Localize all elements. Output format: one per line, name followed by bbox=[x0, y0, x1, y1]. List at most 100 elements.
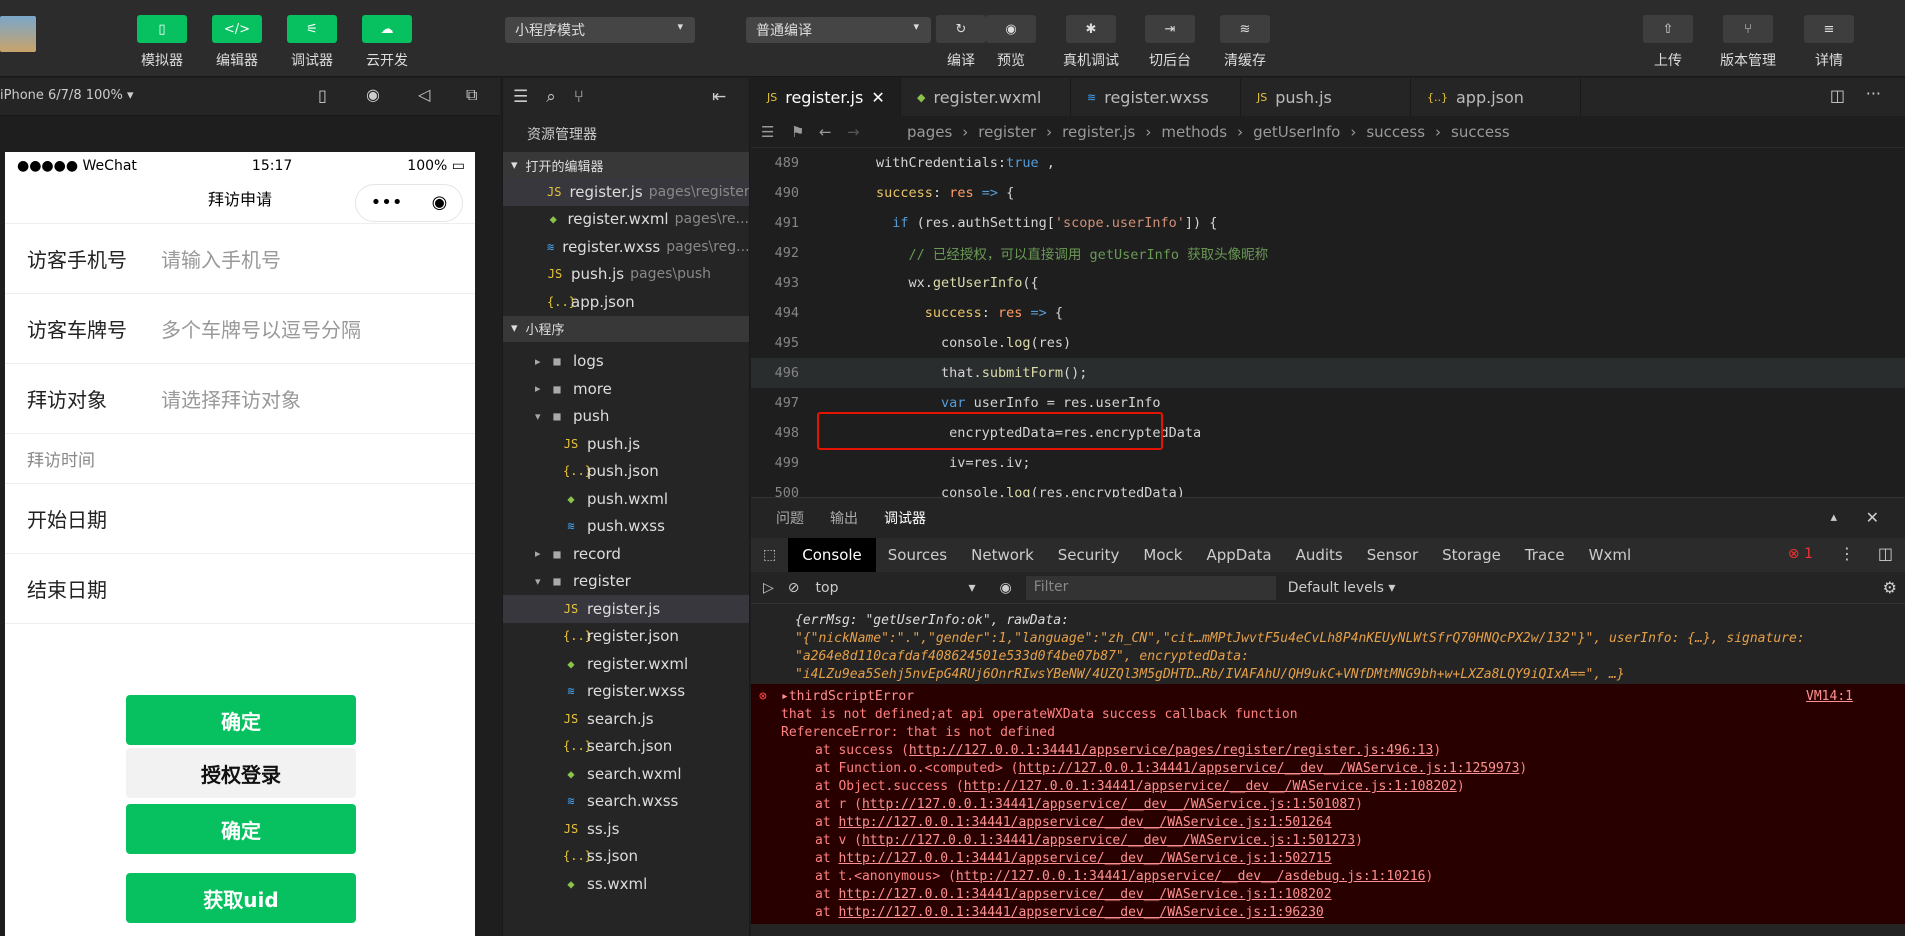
stack-link[interactable]: http://127.0.0.1:34441/appservice/__dev_… bbox=[838, 905, 1323, 920]
toolbar-button-debug[interactable]: ⚟ 调试器 bbox=[287, 15, 337, 70]
toolbar-button-branch[interactable]: ⑂ 版本管理 bbox=[1720, 15, 1776, 70]
folder-item[interactable]: ▾ ■ register bbox=[503, 568, 749, 596]
chevron-icon[interactable]: ▸ bbox=[535, 547, 549, 560]
file-item[interactable]: {..} search.json bbox=[503, 733, 749, 761]
panel-tab[interactable]: 问题 bbox=[776, 508, 804, 528]
field-input[interactable]: 请选择拜访对象 bbox=[161, 384, 301, 413]
toolbar-button-bug[interactable]: ✱ 真机调试 bbox=[1063, 15, 1119, 70]
log-entry[interactable]: {errMsg: "getUserInfo:ok", rawData: "{"ni… bbox=[751, 604, 1905, 684]
breadcrumb-item[interactable]: success bbox=[1451, 123, 1510, 141]
file-item[interactable]: {..} ss.json bbox=[503, 843, 749, 871]
breadcrumb-item[interactable]: success bbox=[1366, 123, 1425, 141]
confirm-button-2[interactable]: 确定 bbox=[126, 804, 356, 854]
folder-item[interactable]: ▾ ■ push bbox=[503, 403, 749, 431]
chevron-icon[interactable]: ▾ bbox=[535, 575, 549, 588]
file-item[interactable]: ◆ ss.wxml bbox=[503, 870, 749, 898]
stack-link[interactable]: http://127.0.0.1:34441/appservice/__dev_… bbox=[956, 869, 1426, 884]
folder-item[interactable]: ▸ ■ record bbox=[503, 540, 749, 568]
stack-link[interactable]: http://127.0.0.1:34441/appservice/pages/… bbox=[909, 743, 1433, 758]
stack-link[interactable]: http://127.0.0.1:34441/appservice/__dev_… bbox=[862, 797, 1355, 812]
file-item[interactable]: ◆ register.wxml bbox=[503, 650, 749, 678]
breadcrumb-item[interactable]: pages bbox=[907, 123, 952, 141]
file-item[interactable]: {..} push.json bbox=[503, 458, 749, 486]
confirm-button[interactable]: 确定 bbox=[126, 695, 356, 745]
code-line[interactable]: 492 // 已经授权，可以直接调用 getUserInfo 获取头像昵称 bbox=[751, 238, 1905, 268]
file-item[interactable]: JS register.js bbox=[503, 595, 749, 623]
devtools-tab[interactable]: Audits bbox=[1284, 546, 1355, 564]
capsule-menu[interactable]: ••• ◉ bbox=[355, 184, 463, 222]
more-actions-icon[interactable]: ··· bbox=[1866, 84, 1881, 103]
toolbar-button-phone[interactable]: ▯ 模拟器 bbox=[137, 15, 187, 70]
code-line[interactable]: 496 that.submitForm(); bbox=[751, 358, 1905, 388]
dock-icon[interactable]: ◫ bbox=[1878, 544, 1893, 563]
detach-icon[interactable]: ⧉ bbox=[466, 85, 477, 105]
field-input[interactable]: 多个车牌号以逗号分隔 bbox=[161, 314, 361, 343]
toolbar-button-code[interactable]: </> 编辑器 bbox=[212, 15, 262, 70]
forward-icon[interactable]: → bbox=[847, 123, 860, 141]
project-header[interactable]: ▾ 小程序 bbox=[503, 315, 749, 342]
panel-tab[interactable]: 输出 bbox=[830, 508, 858, 528]
more-icon[interactable]: ••• bbox=[371, 194, 403, 212]
stack-link[interactable]: http://127.0.0.1:34441/appservice/__dev_… bbox=[838, 851, 1331, 866]
code-line[interactable]: 493 wx.getUserInfo({ bbox=[751, 268, 1905, 298]
date-picker[interactable]: 开始日期 bbox=[5, 484, 475, 554]
editor-tab[interactable]: ≋ register.wxss bbox=[1071, 78, 1241, 116]
settings-icon[interactable]: ⚙ bbox=[1883, 578, 1897, 597]
toolbar-button-cloud[interactable]: ☁ 云开发 bbox=[362, 15, 412, 70]
phone-icon[interactable]: ▯ bbox=[318, 86, 327, 105]
editor-tab[interactable]: ◆ register.wxml bbox=[901, 78, 1071, 116]
avatar[interactable] bbox=[0, 16, 36, 52]
code-line[interactable]: 499 iv=res.iv; bbox=[751, 448, 1905, 478]
stack-link[interactable]: http://127.0.0.1:34441/appservice/__dev_… bbox=[862, 833, 1355, 848]
breadcrumb-item[interactable]: register.js bbox=[1062, 123, 1135, 141]
levels-select[interactable]: Default levels ▾ bbox=[1288, 580, 1396, 596]
devtools-menu-icon[interactable]: ⋮ bbox=[1839, 544, 1855, 563]
file-item[interactable]: ≋ push.wxss bbox=[503, 513, 749, 541]
editor-tab[interactable]: JS push.js bbox=[1241, 78, 1411, 116]
files-icon[interactable]: ☰ bbox=[513, 87, 528, 107]
devtools-tab[interactable]: Console bbox=[788, 538, 876, 572]
list-icon[interactable]: ☰ bbox=[761, 123, 774, 141]
open-editor-item[interactable]: ◆ register.wxml pages\re... bbox=[503, 206, 749, 234]
devtools-tab[interactable]: Network bbox=[959, 546, 1046, 564]
clear-console-icon[interactable]: ⊘ bbox=[784, 580, 816, 596]
bookmark-icon[interactable]: ⚑ bbox=[791, 123, 804, 141]
devtools-tab[interactable]: Storage bbox=[1430, 546, 1513, 564]
file-item[interactable]: JS ss.js bbox=[503, 815, 749, 843]
file-item[interactable]: ≋ search.wxss bbox=[503, 788, 749, 816]
breadcrumb-item[interactable]: methods bbox=[1161, 123, 1227, 141]
field-input[interactable]: 请输入手机号 bbox=[161, 244, 281, 273]
toolbar-button-eye[interactable]: ◉ 预览 bbox=[986, 15, 1036, 70]
devtools-tab[interactable]: Wxml bbox=[1577, 546, 1644, 564]
file-item[interactable]: JS search.js bbox=[503, 705, 749, 733]
sidebar-toggle-icon[interactable]: ▷ bbox=[751, 580, 784, 596]
source-link[interactable]: VM14:1 bbox=[1806, 688, 1853, 706]
devtools-tab[interactable]: Trace bbox=[1513, 546, 1577, 564]
stack-link[interactable]: http://127.0.0.1:34441/appservice/__dev_… bbox=[1019, 761, 1520, 776]
split-editor-icon[interactable]: ◫ bbox=[1830, 86, 1845, 105]
open-editor-item[interactable]: ≋ register.wxss pages\reg... bbox=[503, 233, 749, 261]
search-icon[interactable]: ⌕ bbox=[546, 87, 556, 107]
toolbar-button-switch[interactable]: ⇥ 切后台 bbox=[1145, 15, 1195, 70]
git-icon[interactable]: ⑂ bbox=[574, 87, 584, 107]
form-row[interactable]: 访客车牌号 多个车牌号以逗号分隔 bbox=[5, 294, 475, 364]
editor-tab[interactable]: {..} app.json bbox=[1411, 78, 1581, 116]
code-line[interactable]: 490 success: res => { bbox=[751, 178, 1905, 208]
open-editor-item[interactable]: ✕JSregister.jspages\register bbox=[503, 178, 1042, 206]
auth-login-button[interactable]: 授权登录 bbox=[126, 748, 356, 798]
code-line[interactable]: 491 if (res.authSetting['scope.userInfo'… bbox=[751, 208, 1905, 238]
device-select[interactable]: iPhone 6/7/8 100% ▾ bbox=[0, 88, 134, 103]
open-editor-item[interactable]: JS push.js pages\push bbox=[503, 261, 749, 289]
chevron-icon[interactable]: ▸ bbox=[535, 355, 549, 368]
devtools-tab[interactable]: Security bbox=[1046, 546, 1132, 564]
code-area[interactable]: 489 withCredentials:true , 490 success: r… bbox=[751, 148, 1905, 508]
folder-item[interactable]: ▸ ■ more bbox=[503, 375, 749, 403]
file-item[interactable]: ◆ search.wxml bbox=[503, 760, 749, 788]
breadcrumb-item[interactable]: getUserInfo bbox=[1253, 123, 1340, 141]
file-item[interactable]: ◆ push.wxml bbox=[503, 485, 749, 513]
open-editor-item[interactable]: {..} app.json bbox=[503, 288, 749, 316]
volume-icon[interactable]: ◁ bbox=[418, 85, 430, 104]
stack-link[interactable]: http://127.0.0.1:34441/appservice/__dev_… bbox=[838, 815, 1331, 830]
devtools-tab[interactable]: Sources bbox=[876, 546, 959, 564]
code-line[interactable]: 489 withCredentials:true , bbox=[751, 148, 1905, 178]
